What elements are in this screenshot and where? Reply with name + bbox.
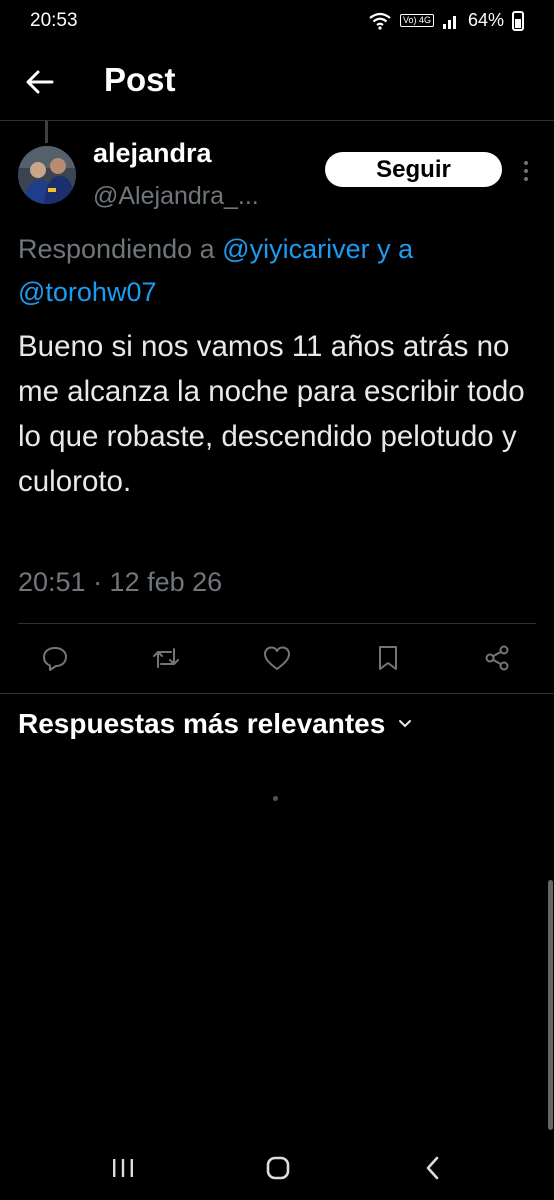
back-nav-button[interactable] <box>408 1150 458 1186</box>
post-text: Bueno si nos vamos 11 años atrás no me a… <box>18 330 525 498</box>
battery-icon <box>512 10 524 31</box>
repost-button[interactable] <box>146 638 186 678</box>
post-actions <box>0 638 554 680</box>
replies-sort-label: Respuestas más relevantes <box>18 708 386 739</box>
replying-to-joiner: y a <box>369 234 414 264</box>
author-handle[interactable]: @Alejandra_... <box>93 182 259 211</box>
back-button[interactable] <box>22 64 62 100</box>
top-app-bar: Post <box>0 44 554 121</box>
divider <box>0 693 554 694</box>
author-name[interactable]: alejandra <box>93 138 212 169</box>
follow-button[interactable]: Seguir <box>325 152 502 187</box>
post-timestamp[interactable]: 20:51 · 12 feb 26 <box>18 567 222 598</box>
mention-link[interactable]: @torohw07 <box>18 277 156 307</box>
more-vertical-icon <box>524 161 528 181</box>
signal-icon <box>442 15 456 29</box>
battery-percentage: 64% <box>467 10 504 30</box>
avatar[interactable] <box>18 146 76 204</box>
like-button[interactable] <box>257 638 297 678</box>
avatar-photo <box>18 146 76 204</box>
loading-indicator <box>273 796 278 801</box>
reply-icon <box>43 647 67 671</box>
share-icon <box>485 645 509 671</box>
repost-icon <box>153 648 179 668</box>
share-button[interactable] <box>477 638 517 678</box>
system-navigation-bar <box>0 1136 554 1200</box>
scrollbar[interactable] <box>548 880 553 1130</box>
arrow-left-icon <box>26 70 54 94</box>
bookmark-icon <box>379 646 397 670</box>
recent-apps-button[interactable] <box>98 1150 148 1186</box>
bookmark-button[interactable] <box>368 638 408 678</box>
page-title: Post <box>104 61 176 98</box>
replying-to: Respondiendo a @yiyicariver y a @torohw0… <box>18 228 538 314</box>
replying-to-prefix: Respondiendo a <box>18 234 223 264</box>
replies-sort-selector[interactable]: Respuestas más relevantes <box>18 708 413 740</box>
recent-apps-icon <box>113 1159 133 1177</box>
network-badge: Vo) 4G <box>399 14 434 27</box>
like-icon <box>264 646 290 670</box>
status-time: 20:53 <box>30 10 78 31</box>
mention-link[interactable]: @yiyicariver <box>222 234 369 264</box>
chevron-left-icon <box>426 1156 439 1180</box>
more-options-button[interactable] <box>516 157 536 185</box>
wifi-icon <box>369 12 391 30</box>
reply-button[interactable] <box>35 638 75 678</box>
divider <box>18 623 536 624</box>
thread-line <box>45 121 48 143</box>
chevron-down-icon <box>399 720 412 728</box>
status-bar: 20:53 Vo) 4G 64% <box>0 0 554 44</box>
home-icon <box>266 1156 290 1180</box>
home-button[interactable] <box>253 1150 303 1186</box>
status-icons: Vo) 4G 64% <box>368 10 524 31</box>
